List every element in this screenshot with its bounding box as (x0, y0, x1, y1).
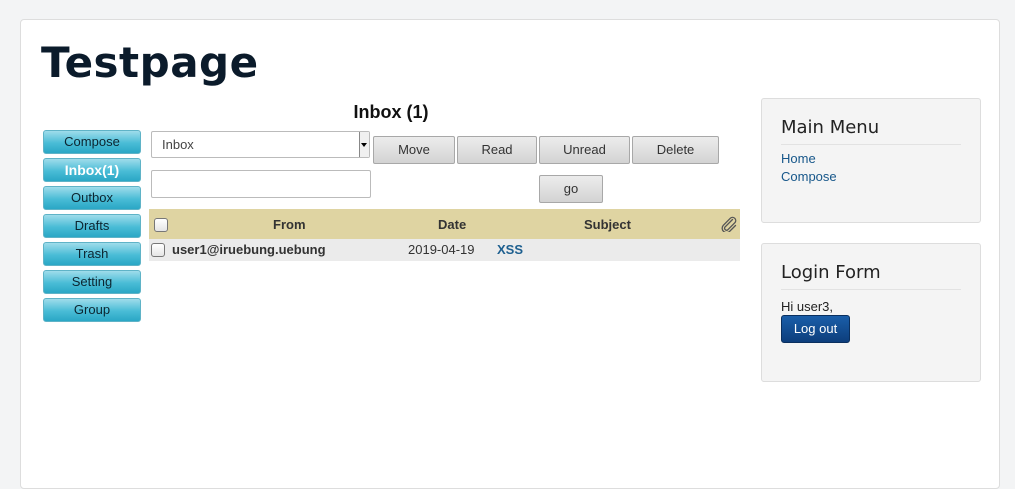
nav-outbox-button[interactable]: Outbox (43, 186, 141, 210)
message-table: From Date Subject user1@iruebung.uebung … (149, 209, 740, 261)
inbox-heading: Inbox (1) (353, 102, 429, 122)
main-menu-title: Main Menu (781, 117, 961, 145)
login-form-module: Login Form Hi user3, Log out (761, 243, 981, 382)
move-button[interactable]: Move (373, 136, 455, 164)
mail-nav: Compose Inbox(1) Outbox Drafts Trash Set… (43, 130, 141, 326)
select-all-checkbox[interactable] (154, 218, 168, 232)
menu-link-home[interactable]: Home (781, 150, 837, 168)
greeting-text: Hi user3, (781, 299, 834, 314)
chevron-down-icon[interactable] (359, 132, 369, 157)
main-menu-module: Main Menu Home Compose (761, 98, 981, 223)
delete-button[interactable]: Delete (632, 136, 719, 164)
logout-button[interactable]: Log out (781, 315, 850, 343)
nav-group-button[interactable]: Group (43, 298, 141, 322)
nav-setting-button[interactable]: Setting (43, 270, 141, 294)
header-from: From (273, 217, 306, 232)
menu-link-compose[interactable]: Compose (781, 168, 837, 186)
row-checkbox[interactable] (151, 243, 165, 257)
table-row[interactable]: user1@iruebung.uebung 2019-04-19 XSS (149, 239, 740, 261)
nav-drafts-button[interactable]: Drafts (43, 214, 141, 238)
search-input[interactable] (151, 170, 371, 198)
site-title: Testpage (41, 38, 259, 87)
page-container: Testpage Inbox (1) Compose Inbox(1) Outb… (20, 19, 1000, 489)
header-date: Date (438, 217, 467, 232)
table-header: From Date Subject (149, 209, 740, 239)
main-menu-links: Home Compose (781, 150, 837, 186)
row-subject-link[interactable]: XSS (497, 242, 523, 257)
row-from: user1@iruebung.uebung (172, 242, 326, 257)
go-button[interactable]: go (539, 175, 603, 203)
login-form-title: Login Form (781, 262, 961, 290)
nav-trash-button[interactable]: Trash (43, 242, 141, 266)
folder-select-value: Inbox (162, 137, 194, 152)
paperclip-icon (721, 216, 737, 232)
row-date: 2019-04-19 (408, 242, 475, 257)
read-button[interactable]: Read (457, 136, 537, 164)
unread-button[interactable]: Unread (539, 136, 630, 164)
header-subject: Subject (584, 217, 631, 232)
folder-select[interactable]: Inbox (151, 131, 370, 158)
nav-compose-button[interactable]: Compose (43, 130, 141, 154)
nav-inbox-button[interactable]: Inbox(1) (43, 158, 141, 182)
